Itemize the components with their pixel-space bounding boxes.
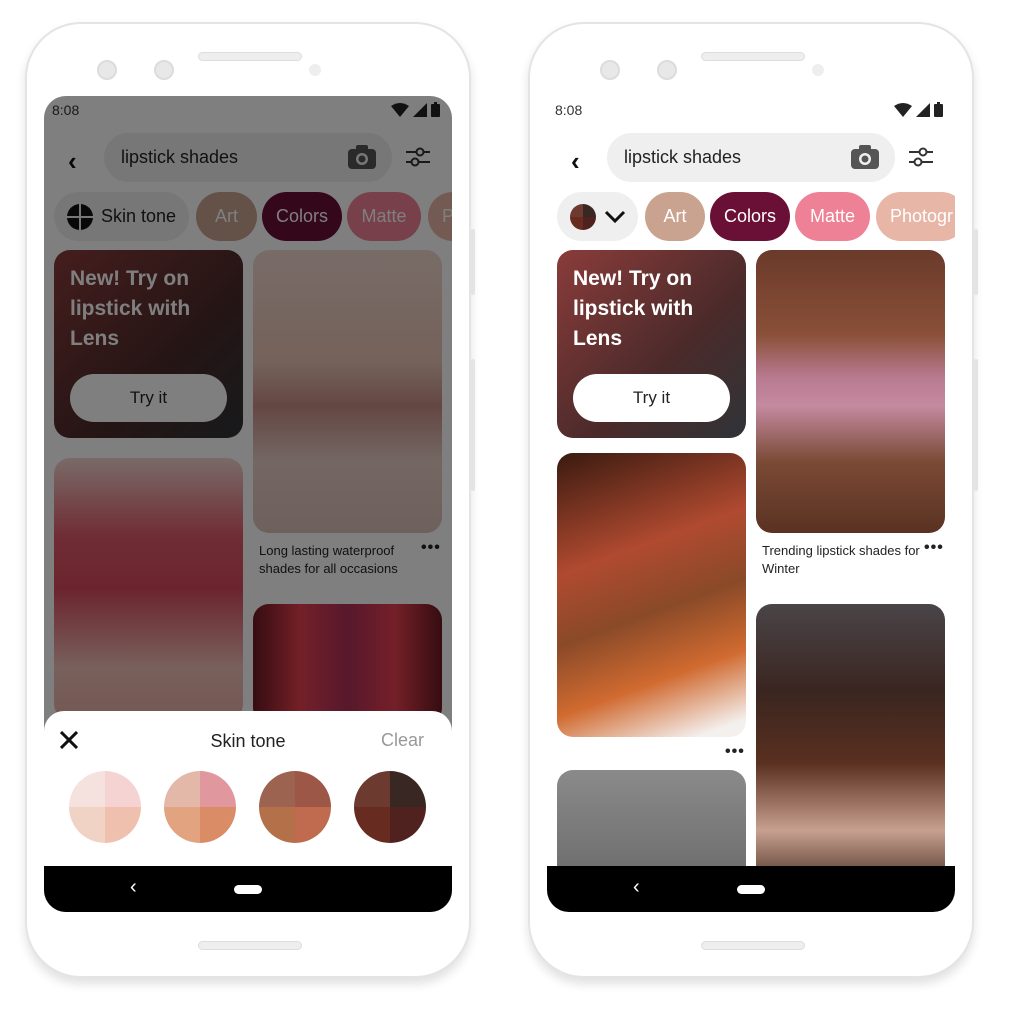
selected-skin-tone-icon [569,203,596,230]
chip-art[interactable]: Art [645,192,705,241]
phone-left: 8:08 ‹ lipstick shades Skin tone Art Col… [25,22,475,978]
skin-tone-swatch-medium-light[interactable] [164,771,236,843]
camera-icon[interactable] [851,145,879,169]
bottom-speaker [198,941,302,950]
chip-matte[interactable]: Matte [795,192,870,241]
battery-icon [934,102,943,117]
pin-image-glossy-lips[interactable] [756,250,945,533]
promo-title: New! Try on lipstick with Lens [573,267,694,350]
swatch-quadrant [164,807,200,843]
front-camera [154,60,174,80]
nav-home-button[interactable] [737,885,765,894]
swatch-quadrant [569,203,583,217]
power-button [471,229,475,295]
pin-image-nude-lips[interactable] [756,604,945,894]
more-options-icon[interactable]: ••• [725,743,745,761]
chip-colors[interactable]: Colors [710,192,790,241]
search-input[interactable]: lipstick shades [607,133,895,182]
swatch-quadrant [69,771,105,807]
chip-photography[interactable]: Photogr [876,192,955,241]
speaker [198,52,302,61]
phone-right: 8:08 ‹ lipstick shades Art Colors Matte … [528,22,978,978]
skin-tone-swatch-dark[interactable] [354,771,426,843]
screen: 8:08 ‹ lipstick shades Skin tone Art Col… [44,96,452,912]
front-camera [97,60,117,80]
front-camera [600,60,620,80]
nav-home-button[interactable] [234,885,262,894]
volume-button [471,359,475,491]
swatch-quadrant [295,807,331,843]
filter-icon[interactable] [909,146,933,168]
bottom-speaker [701,941,805,950]
swatch-quadrant [164,771,200,807]
try-it-button[interactable]: Try it [573,374,730,422]
navigation-bar: ‹ [44,866,452,912]
wifi-icon [894,102,912,117]
swatch-quadrant [259,807,295,843]
swatch-quadrant [295,771,331,807]
back-icon[interactable]: ‹ [571,146,580,177]
power-button [974,229,978,295]
nav-back-button[interactable]: ‹ [633,876,640,899]
sensor [812,64,824,76]
swatch-quadrant [105,771,141,807]
swatch-quadrant [354,807,390,843]
screen: 8:08 ‹ lipstick shades Art Colors Matte … [547,96,955,912]
skin-tone-swatch-light[interactable] [69,771,141,843]
status-icons [894,102,943,117]
swatch-quadrant [69,807,105,843]
swatch-quadrant [390,771,426,807]
navigation-bar: ‹ [547,866,955,912]
swatch-quadrant [582,203,596,217]
chip-skin-tone-selected[interactable] [557,192,638,241]
nav-back-button[interactable]: ‹ [130,876,137,899]
clear-button[interactable]: Clear [381,730,424,751]
front-camera [657,60,677,80]
pin-caption: Trending lipstick shades for Winter [762,543,920,576]
swatch-quadrant [354,771,390,807]
swatch-quadrant [200,771,236,807]
skin-tone-sheet: Skin tone Clear [44,711,452,866]
swatch-quadrant [105,807,141,843]
lens-promo-card[interactable]: New! Try on lipstick with Lens Try it [557,250,746,438]
speaker [701,52,805,61]
swatch-quadrant [569,216,583,230]
signal-icon [916,102,930,117]
skin-tone-swatch-medium-dark[interactable] [259,771,331,843]
swatch-quadrant [582,216,596,230]
volume-button [974,359,978,491]
status-time: 8:08 [555,102,583,118]
swatch-quadrant [200,807,236,843]
swatch-quadrant [259,771,295,807]
swatch-quadrant [390,807,426,843]
chevron-down-icon [604,210,625,223]
search-query: lipstick shades [624,147,742,167]
pin-image-orange-lips[interactable] [557,453,746,737]
sensor [309,64,321,76]
more-options-icon[interactable]: ••• [924,539,944,557]
